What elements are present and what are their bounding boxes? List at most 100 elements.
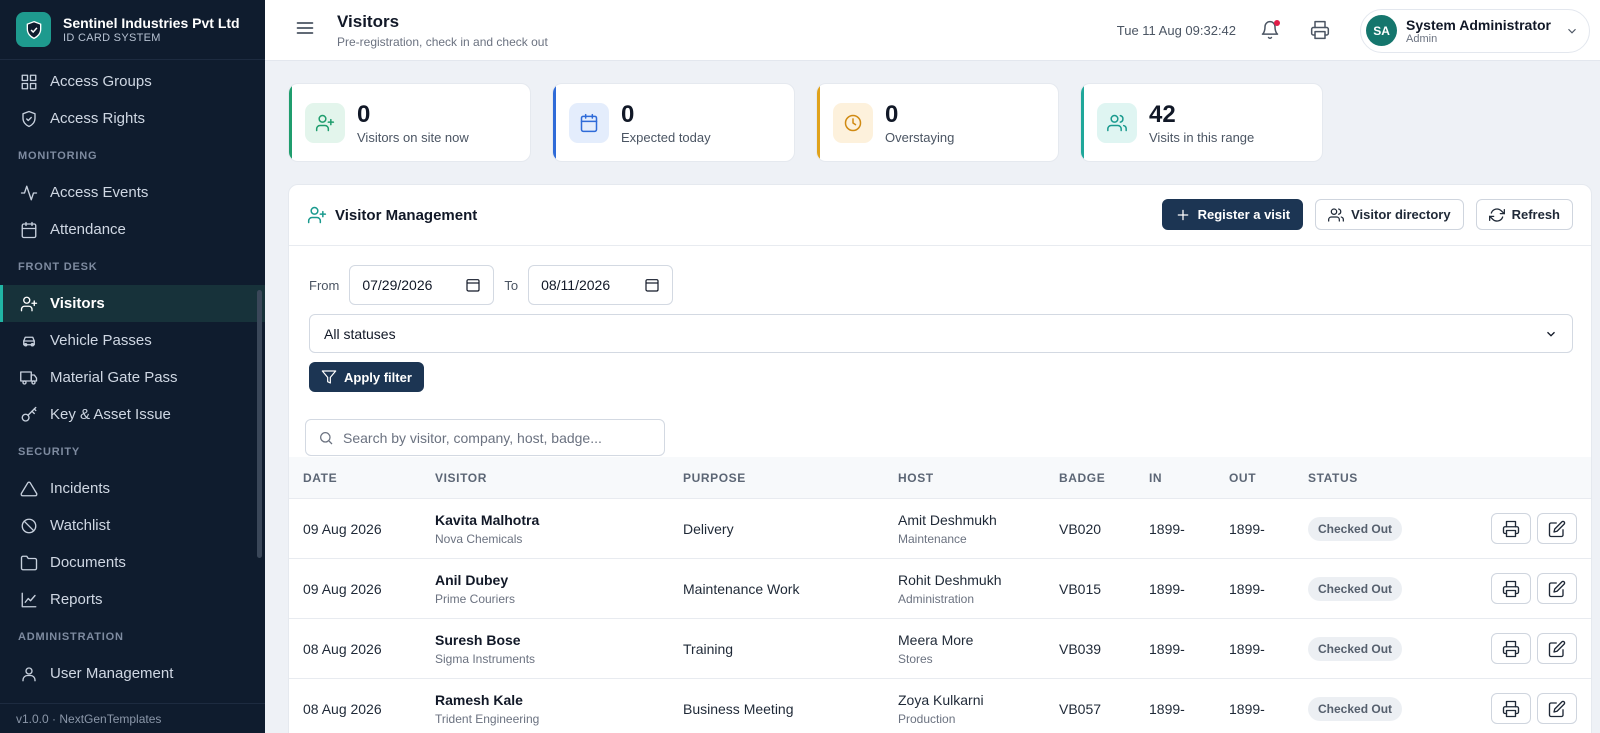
user-menu[interactable]: SA System Administrator Admin	[1360, 8, 1590, 53]
alert-triangle-icon	[20, 481, 38, 496]
sidebar-item-watchlist[interactable]: Watchlist	[0, 507, 265, 544]
user-role: Admin	[1406, 32, 1438, 45]
stat-value: 0	[885, 100, 899, 128]
print-button[interactable]	[1310, 20, 1332, 42]
stat-card-on-site: 0 Visitors on site now	[288, 83, 531, 162]
cell-badge: VB057	[1059, 679, 1101, 733]
cell-host: Rohit Deshmukh Administration	[898, 559, 1002, 619]
in-time: 1899-	[1149, 641, 1185, 657]
notifications-button[interactable]	[1260, 19, 1282, 42]
sidebar-item-label: Material Gate Pass	[50, 369, 178, 386]
sidebar-item-key-asset-issue[interactable]: Key & Asset Issue	[0, 396, 265, 433]
register-visit-button[interactable]: Register a visit	[1161, 199, 1304, 230]
out-time: 1899-	[1229, 701, 1265, 717]
menu-toggle-button[interactable]	[295, 18, 315, 43]
column-header-status[interactable]: STATUS	[1308, 471, 1358, 485]
sidebar-item-reports[interactable]: Reports	[0, 581, 265, 618]
cell-status: Checked Out	[1308, 559, 1403, 619]
sidebar-item-label: Reports	[50, 591, 103, 608]
table-row: 09 Aug 2026 Kavita Malhotra Nova Chemical…	[289, 499, 1591, 559]
sidebar-item-attendance[interactable]: Attendance	[0, 211, 265, 248]
user-plus-icon	[305, 102, 345, 143]
cell-out: 1899-	[1229, 559, 1265, 619]
cell-in: 1899-	[1149, 679, 1185, 733]
visitor-name: Suresh Bose	[435, 632, 521, 648]
edit-button[interactable]	[1537, 633, 1577, 664]
sidebar-item-access-rights[interactable]: Access Rights	[0, 100, 265, 137]
from-date-input[interactable]: 07/29/2026	[349, 265, 495, 305]
edit-button[interactable]	[1537, 693, 1577, 724]
host-name: Meera More	[898, 632, 974, 648]
search-input[interactable]: Search by visitor, company, host, badge.…	[305, 419, 665, 456]
in-time: 1899-	[1149, 701, 1185, 717]
column-header-purpose[interactable]: PURPOSE	[683, 471, 746, 485]
host-department: Maintenance	[898, 532, 967, 546]
calendar-icon	[645, 279, 659, 292]
print-badge-button[interactable]	[1491, 573, 1531, 604]
visitor-directory-button[interactable]: Visitor directory	[1315, 199, 1464, 230]
column-header-out[interactable]: OUT	[1229, 471, 1256, 485]
out-time: 1899-	[1229, 581, 1265, 597]
edit-button[interactable]	[1537, 573, 1577, 604]
visitor-name: Ramesh Kale	[435, 692, 523, 708]
host-name: Zoya Kulkarni	[898, 692, 984, 708]
column-header-badge[interactable]: BADGE	[1059, 471, 1105, 485]
date-text: 09 Aug 2026	[303, 521, 382, 537]
column-header-in[interactable]: IN	[1149, 471, 1162, 485]
column-header-host[interactable]: HOST	[898, 471, 934, 485]
status-badge: Checked Out	[1308, 637, 1403, 661]
edit-button[interactable]	[1537, 513, 1577, 544]
visitor-management-panel: Visitor Management Register a visit Visi…	[288, 184, 1592, 733]
to-date-input[interactable]: 08/11/2026	[528, 265, 674, 305]
sidebar-item-material-gate-pass[interactable]: Material Gate Pass	[0, 359, 265, 396]
cell-date: 08 Aug 2026	[303, 679, 382, 733]
host-name: Amit Deshmukh	[898, 512, 997, 528]
status-select[interactable]: All statuses	[309, 314, 1573, 353]
filter-icon	[321, 370, 337, 384]
visitors-table: DATE VISITOR PURPOSE HOST BADGE IN OUT S…	[289, 457, 1591, 733]
hamburger-icon	[296, 21, 314, 34]
topbar-actions: Tue 11 Aug 09:32:42 SA System Administra…	[1117, 0, 1590, 61]
print-badge-button[interactable]	[1491, 633, 1531, 664]
stat-card-overstaying: 0 Overstaying	[816, 83, 1059, 162]
cell-badge: VB015	[1059, 559, 1101, 619]
calendar-icon	[466, 279, 480, 292]
sidebar-item-visitors[interactable]: Visitors	[0, 285, 265, 322]
out-time: 1899-	[1229, 521, 1265, 537]
sidebar-item-incidents[interactable]: Incidents	[0, 470, 265, 507]
topbar: Visitors Pre-registration, check in and …	[265, 0, 1600, 61]
sidebar-footer: v1.0.0 · NextGenTemplates	[0, 703, 265, 733]
row-actions	[1485, 633, 1577, 664]
purpose-text: Delivery	[683, 521, 734, 537]
column-header-visitor[interactable]: VISITOR	[435, 471, 487, 485]
sidebar-item-label: Vehicle Passes	[50, 332, 152, 349]
row-actions	[1485, 573, 1577, 604]
column-header-date[interactable]: DATE	[303, 471, 337, 485]
datetime-display: Tue 11 Aug 09:32:42	[1116, 23, 1237, 38]
shield-icon	[22, 110, 36, 127]
sidebar-item-access-groups[interactable]: Access Groups	[0, 63, 265, 100]
cell-status: Checked Out	[1308, 679, 1403, 733]
to-label: To	[504, 277, 519, 293]
visitor-company: Nova Chemicals	[435, 532, 523, 546]
sidebar-item-access-events[interactable]: Access Events	[0, 174, 265, 211]
sidebar-item-documents[interactable]: Documents	[0, 544, 265, 581]
row-actions	[1485, 693, 1577, 724]
folder-icon	[20, 555, 38, 570]
print-badge-button[interactable]	[1491, 513, 1531, 544]
print-badge-button[interactable]	[1491, 693, 1531, 724]
cell-in: 1899-	[1149, 499, 1185, 559]
row-actions	[1485, 513, 1577, 544]
refresh-button[interactable]: Refresh	[1475, 199, 1573, 230]
sidebar-item-user-management[interactable]: User Management	[0, 655, 265, 692]
avatar: SA	[1366, 15, 1398, 46]
stat-label: Overstaying	[885, 129, 955, 145]
apply-filter-button[interactable]: Apply filter	[309, 362, 424, 392]
user-name: System Administrator	[1406, 16, 1551, 33]
button-label: Visitor directory	[1351, 207, 1451, 222]
line-chart-icon	[21, 592, 37, 607]
sidebar-scrollbar[interactable]	[257, 290, 262, 558]
sidebar-item-vehicle-passes[interactable]: Vehicle Passes	[0, 322, 265, 359]
visitor-company: Sigma Instruments	[435, 652, 536, 666]
status-badge: Checked Out	[1308, 517, 1403, 541]
